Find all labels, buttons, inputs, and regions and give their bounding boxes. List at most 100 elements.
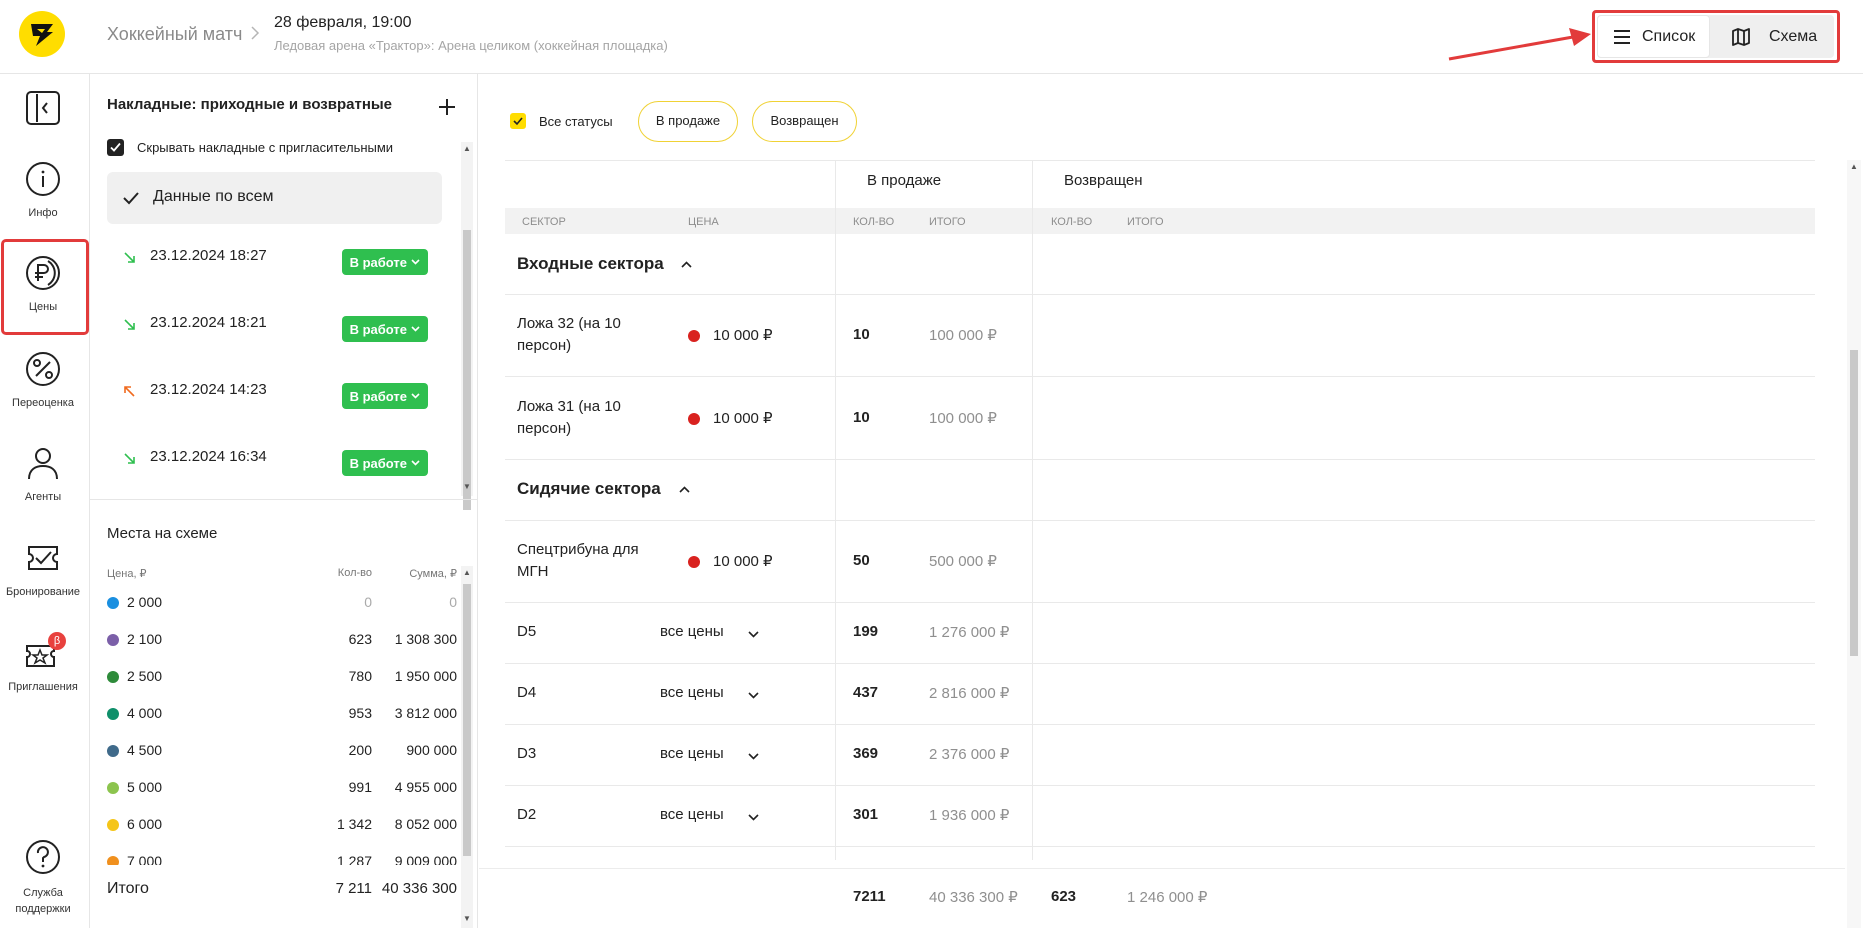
breadcrumb-event[interactable]: Хоккейный матч [107,24,242,45]
price-dropdown[interactable]: все цены [660,806,724,823]
chevron-down-icon[interactable] [748,814,759,821]
invoice-date: 23.12.2024 14:23 [150,381,267,398]
hide-invitations-label: Скрывать накладные с пригласительными [137,140,394,155]
table-row[interactable]: D2 все цены 301 1 936 000 ₽ [505,786,1815,847]
section-title: Входные сектора [517,254,664,273]
sidebar-item-revaluation[interactable]: Переоценка [0,350,86,409]
add-invoice-button[interactable] [438,88,456,123]
invoice-all-item[interactable]: Данные по всем [107,172,442,224]
main-scrollbar[interactable]: ▲ [1847,160,1861,928]
chevron-down-icon [411,326,420,332]
filter-returned-chip[interactable]: Возвращен [752,101,857,142]
price-dropdown[interactable]: все цены [660,745,724,762]
collapse-icon [36,94,48,122]
highlight-frame-view-switcher [1592,10,1840,63]
status-label: В работе [349,388,407,404]
sidebar-item-info[interactable]: Инфо [0,160,86,219]
price-dropdown[interactable]: все цены [660,684,724,701]
price-dropdown[interactable]: все цены [660,623,724,640]
status-dot [688,413,700,425]
table-row[interactable]: D3 все цены 369 2 376 000 ₽ [505,725,1815,786]
app-logo[interactable] [19,11,65,57]
chevron-down-icon[interactable] [748,753,759,760]
chevron-down-icon [411,259,420,265]
total-label: Итого [107,880,149,897]
scrollbar-thumb[interactable] [463,584,471,856]
scrollbar-thumb[interactable] [1850,350,1858,656]
event-date: 28 февраля, 19:00 [274,14,412,31]
scrollbar-thumb[interactable] [463,230,471,510]
status-label: В работе [349,254,407,270]
total-count: 7 211 [335,880,372,897]
annotation-arrow [1448,28,1591,61]
invoice-item[interactable]: 23.12.2024 14:23 В работе [107,372,442,428]
person-icon [28,448,58,480]
all-statuses-checkbox[interactable] [510,113,526,129]
table-row[interactable]: Ложа 32 (на 10 персон) 10 000 ₽ 10 100 0… [505,295,1815,377]
sidebar-item-label: Переоценка [12,397,74,409]
invoice-item[interactable]: 23.12.2024 16:34 В работе [107,439,442,495]
status-badge[interactable]: В работе [341,383,428,409]
status-dot [688,330,700,342]
table-row[interactable]: Спецтрибуна для МГН 10 000 ₽ 50 500 000 … [505,521,1815,603]
places-scrollbar[interactable]: ▲ ▼ [461,566,473,928]
event-venue: Ледовая арена «Трактор»: Арена целиком (… [274,38,668,53]
ticket-check-icon [28,546,58,570]
ruble-icon [26,256,60,290]
chevron-up-icon[interactable] [681,261,692,268]
invoice-item[interactable]: 23.12.2024 18:21 В работе [107,305,442,361]
chevron-down-icon [411,393,420,399]
invoices-scrollbar[interactable]: ▲ ▼ [461,142,473,510]
sidebar-item-invitations[interactable]: β Приглашения [0,632,86,693]
color-dot [107,745,119,757]
invoices-panel: Накладные: приходные и возвратные Скрыва… [90,74,478,928]
section-header[interactable]: Сидячие сектора [505,460,1815,521]
sidebar-item-agents[interactable]: Агенты [0,444,86,503]
invoices-title: Накладные: приходные и возвратные [107,96,393,113]
sidebar-item-label: Бронирование [5,586,81,598]
invoice-date: 23.12.2024 16:34 [150,448,267,465]
divider [90,499,478,500]
section-header[interactable]: Входные сектора [505,234,1815,295]
col-price: Цена, ₽ [107,568,147,580]
info-icon [26,162,60,196]
table-row[interactable]: D5 все цены 199 1 276 000 ₽ [505,603,1815,664]
places-title: Места на схеме [107,525,218,542]
table-row[interactable]: D4 все цены 437 2 816 000 ₽ [505,664,1815,725]
table-footer: 7211 40 336 300 ₽ 623 1 246 000 ₽ [479,868,1845,928]
invoice-date: 23.12.2024 18:21 [150,314,267,331]
plus-icon [439,99,455,115]
top-header: Хоккейный матч 28 февраля, 19:00 Ледовая… [0,0,1863,74]
list-item: 2 500 780 1 950 000 [107,660,457,697]
invoice-all-label: Данные по всем [153,188,274,205]
sidebar-item-prices[interactable]: Цены [0,254,86,313]
invoice-item[interactable]: 23.12.2024 18:27 В работе [107,238,442,294]
arrow-out-icon [124,386,135,397]
color-dot [107,671,119,683]
invoice-date: 23.12.2024 18:27 [150,247,267,264]
sidebar-item-label: Служба поддержки [15,887,71,915]
check-icon [123,192,139,205]
left-sidebar: Инфо Цены Переоценка Агенты Бронирование… [0,74,90,928]
status-badge[interactable]: В работе [341,249,428,275]
status-label: В работе [349,455,407,471]
color-dot [107,708,119,720]
chevron-up-icon[interactable] [679,486,690,493]
filter-on-sale-chip[interactable]: В продаже [638,101,738,142]
status-badge[interactable]: В работе [341,450,428,476]
percent-icon [26,352,60,386]
hide-invitations-checkbox[interactable] [107,139,124,156]
sidebar-item-support[interactable]: Служба поддержки [0,838,86,917]
places-total-row: Итого 7 211 40 336 300 [90,865,460,928]
group-header-returned: Возвращен [1064,172,1143,189]
collapse-sidebar-button[interactable] [26,91,60,125]
chevron-down-icon[interactable] [748,631,759,638]
sidebar-item-label: Приглашения [8,681,78,693]
list-item: 2 100 623 1 308 300 [107,623,457,660]
sidebar-item-booking[interactable]: Бронирование [0,539,86,598]
status-dot [688,556,700,568]
status-badge[interactable]: В работе [341,316,428,342]
table-row[interactable]: Ложа 31 (на 10 персон) 10 000 ₽ 10 100 0… [505,377,1815,460]
list-item: 6 000 1 342 8 052 000 [107,808,457,845]
chevron-down-icon[interactable] [748,692,759,699]
